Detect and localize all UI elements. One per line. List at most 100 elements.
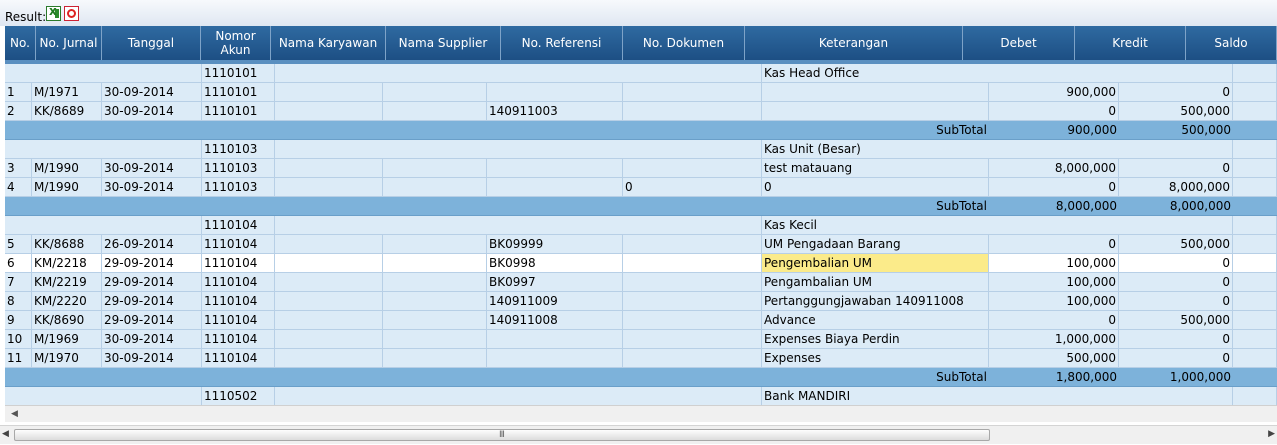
table-row[interactable]: 7 KM/2219 29-09-2014 1110104 BK0997 Pengambal…	[5, 273, 1277, 292]
column-header-karyawan[interactable]: Nama Karyawan	[271, 26, 386, 60]
pdf-icon[interactable]	[64, 6, 79, 21]
group-header-row[interactable]: 1110101 Kas Head Office	[5, 64, 1277, 83]
group-cell-empty	[275, 387, 762, 405]
cell-dokumen	[623, 292, 762, 310]
cell-no: 5	[5, 235, 32, 253]
cell-keterangan: UM Pengadaan Barang	[762, 235, 989, 253]
column-header-dokumen[interactable]: No. Dokumen	[623, 26, 745, 60]
cell-saldo	[1233, 273, 1277, 291]
table-row[interactable]: 10 M/1969 30-09-2014 1110104 Expenses Biaya …	[5, 330, 1277, 349]
subtotal-debet: 8,000,000	[1055, 199, 1117, 213]
column-header-referensi[interactable]: No. Referensi	[501, 26, 623, 60]
cell-debet: 0	[989, 102, 1119, 120]
cell-karyawan	[275, 330, 383, 348]
grid-header: No. No. Jurnal Tanggal Nomor Akun Nama Karya…	[5, 26, 1277, 60]
table-row[interactable]: 5 KK/8688 26-09-2014 1110104 BK09999 UM Penga…	[5, 235, 1277, 254]
scrollbar-grip: III	[499, 430, 505, 440]
cell-debet: 100,000	[989, 292, 1119, 310]
group-cell-akun: 1110502	[202, 387, 275, 405]
group-header-row[interactable]: 1110104 Kas Kecil	[5, 216, 1277, 235]
inner-scroll-area[interactable]: ◀	[5, 405, 1277, 422]
group-header-row[interactable]: 1110103 Kas Unit (Besar)	[5, 140, 1277, 159]
cell-karyawan	[275, 83, 383, 101]
cell-keterangan: 0	[762, 178, 989, 196]
cell-saldo	[1233, 254, 1277, 272]
scroll-left-arrow-icon[interactable]: ◀	[2, 429, 9, 439]
subtotal-row[interactable]: SubTotal 900,000 500,000	[5, 121, 1277, 140]
column-header-keterangan[interactable]: Keterangan	[745, 26, 963, 60]
cell-dokumen	[623, 159, 762, 177]
cell-keterangan: test matauang	[762, 159, 989, 177]
cell-dokumen	[623, 311, 762, 329]
cell-debet: 0	[989, 178, 1119, 196]
table-row[interactable]: 9 KK/8690 29-09-2014 1110104 140911008 Advanc…	[5, 311, 1277, 330]
cell-supplier	[383, 292, 487, 310]
cell-akun: 1110104	[202, 235, 275, 253]
cell-kredit: 0	[1119, 349, 1233, 367]
cell-akun: 1110104	[202, 292, 275, 310]
cell-kredit: 0	[1119, 292, 1233, 310]
table-row[interactable]: 2 KK/8689 30-09-2014 1110101 140911003 0 500,0…	[5, 102, 1277, 121]
column-header-saldo[interactable]: Saldo	[1186, 26, 1277, 60]
cell-saldo	[1233, 292, 1277, 310]
table-row[interactable]: 3 M/1990 30-09-2014 1110103 test matauang 8,0…	[5, 159, 1277, 178]
cell-kredit: 0	[1119, 159, 1233, 177]
table-row[interactable]: 8 KM/2220 29-09-2014 1110104 140911009 Pertan…	[5, 292, 1277, 311]
group-header-row[interactable]: 1110502 Bank MANDIRI	[5, 387, 1277, 405]
subtotal-row[interactable]: SubTotal 1,800,000 1,000,000	[5, 368, 1277, 387]
cell-debet: 100,000	[989, 273, 1119, 291]
column-header-tanggal[interactable]: Tanggal	[102, 26, 201, 60]
column-header-no[interactable]: No.	[5, 26, 36, 60]
cell-supplier	[383, 159, 487, 177]
cell-dokumen	[623, 330, 762, 348]
cell-dokumen: 0	[623, 178, 762, 196]
cell-supplier	[383, 273, 487, 291]
group-cell-akun: 1110103	[202, 140, 275, 158]
cell-referensi: BK0998	[487, 254, 623, 272]
cell-karyawan	[275, 178, 383, 196]
cell-tanggal: 30-09-2014	[102, 159, 202, 177]
cell-tanggal: 30-09-2014	[102, 330, 202, 348]
scroll-left-icon[interactable]: ◀	[11, 409, 18, 419]
cell-dokumen	[623, 254, 762, 272]
cell-no: 8	[5, 292, 32, 310]
group-cell-empty	[5, 64, 202, 82]
cell-saldo	[1233, 311, 1277, 329]
subtotal-row[interactable]: SubTotal 8,000,000 8,000,000	[5, 197, 1277, 216]
cell-keterangan: Pengambalian UM	[762, 273, 989, 291]
cell-saldo	[1233, 102, 1277, 120]
cell-jurnal: M/1990	[32, 159, 102, 177]
cell-tanggal: 29-09-2014	[102, 273, 202, 291]
table-row[interactable]: 6 KM/2218 29-09-2014 1110104 BK0998 Pengembal…	[5, 254, 1277, 273]
excel-icon[interactable]	[46, 4, 61, 21]
cell-jurnal: KM/2219	[32, 273, 102, 291]
cell-karyawan	[275, 273, 383, 291]
column-header-akun[interactable]: Nomor Akun	[201, 26, 271, 60]
cell-akun: 1110104	[202, 311, 275, 329]
cell-no: 9	[5, 311, 32, 329]
column-header-jurnal[interactable]: No. Jurnal	[36, 26, 102, 60]
group-cell-keterangan: Bank MANDIRI	[762, 387, 1233, 405]
cell-no: 3	[5, 159, 32, 177]
table-row[interactable]: 11 M/1970 30-09-2014 1110104 Expenses 500,000…	[5, 349, 1277, 368]
cell-saldo	[1233, 178, 1277, 196]
cell-referensi: BK09999	[487, 235, 623, 253]
table-row[interactable]: 4 M/1990 30-09-2014 1110103 0 0 0 8,000,000	[5, 178, 1277, 197]
cell-dokumen	[623, 83, 762, 101]
cell-referensi	[487, 330, 623, 348]
table-row[interactable]: 1 M/1971 30-09-2014 1110101 900,000 0	[5, 83, 1277, 102]
cell-karyawan	[275, 292, 383, 310]
column-header-kredit[interactable]: Kredit	[1075, 26, 1186, 60]
scroll-right-arrow-icon[interactable]: ▶	[1268, 429, 1275, 439]
cell-tanggal: 29-09-2014	[102, 292, 202, 310]
scrollbar-thumb[interactable]: III	[14, 429, 990, 441]
cell-no: 6	[5, 254, 32, 272]
cell-kredit: 0	[1119, 273, 1233, 291]
cell-tanggal: 26-09-2014	[102, 235, 202, 253]
cell-referensi	[487, 178, 623, 196]
column-header-supplier[interactable]: Nama Supplier	[386, 26, 501, 60]
horizontal-scrollbar[interactable]: ◀ III ▶	[0, 425, 1277, 444]
cell-akun: 1110103	[202, 159, 275, 177]
cell-debet: 0	[989, 311, 1119, 329]
column-header-debet[interactable]: Debet	[963, 26, 1075, 60]
